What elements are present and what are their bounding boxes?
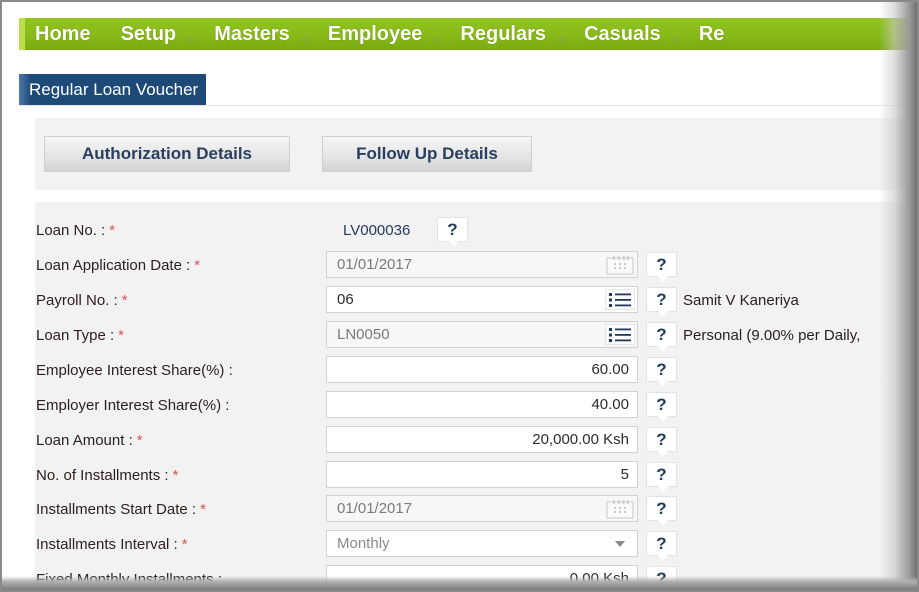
action-buttons-panel: Authorization Details Follow Up Details	[35, 118, 917, 190]
nav-masters-label: Masters	[214, 22, 290, 45]
installments-interval-select[interactable]: Monthly	[326, 530, 638, 557]
payroll-no-input[interactable]: 06	[326, 286, 638, 313]
required-marker: *	[194, 257, 201, 274]
nav-setup[interactable]: Setup ⌄	[121, 23, 197, 46]
employer-interest-share-input[interactable]: 40.00	[326, 391, 638, 418]
help-button[interactable]: ?	[646, 252, 677, 282]
row-employer-interest-share: Employer Interest Share(%) : 40.00 ?	[35, 391, 917, 422]
installments-start-date-value: 01/01/2017	[337, 500, 413, 517]
help-button[interactable]: ?	[646, 357, 677, 387]
app-window: Home Setup ⌄ Masters ⌄ Employee ⌄ Regula…	[0, 0, 919, 592]
row-application-date: Loan Application Date : * 01/01/2017 ?	[35, 251, 917, 282]
authorization-details-button[interactable]: Authorization Details	[44, 136, 290, 172]
installments-count-label: No. of Installments : *	[36, 467, 179, 484]
main-nav: Home Setup ⌄ Masters ⌄ Employee ⌄ Regula…	[19, 18, 917, 50]
required-marker: *	[200, 501, 206, 518]
chevron-down-icon: ⌄	[670, 30, 681, 44]
nav-employee[interactable]: Employee ⌄	[328, 23, 443, 46]
row-installments-interval: Installments Interval : * Monthly ?	[35, 530, 917, 561]
nav-reports-truncated[interactable]: Re	[699, 23, 725, 46]
required-marker: *	[118, 327, 124, 344]
employee-interest-share-label: Employee Interest Share(%) :	[36, 362, 233, 379]
row-payroll-no: Payroll No. : * 06 ? Samit V Kaneriya	[35, 286, 917, 317]
loan-no-value: LV000036	[343, 222, 411, 239]
loan-type-description: Personal (9.00% per Daily,	[683, 327, 861, 344]
application-date-value: 01/01/2017	[337, 256, 413, 273]
nav-regulars-label: Regulars	[460, 22, 547, 45]
row-installments-start-date: Installments Start Date : * 01/01/2017 ?	[35, 495, 917, 526]
installments-start-date-label: Installments Start Date : *	[36, 501, 206, 518]
nav-casuals[interactable]: Casuals ⌄	[584, 23, 681, 46]
fixed-monthly-installments-input[interactable]: 0.00 Ksh	[326, 565, 638, 590]
nav-setup-label: Setup	[120, 22, 177, 45]
row-fixed-monthly-installments: Fixed Monthly Installments : 0.00 Ksh ?	[35, 565, 917, 590]
installments-count-input[interactable]: 5	[326, 461, 638, 488]
nav-regulars[interactable]: Regulars ⌄	[460, 23, 566, 46]
chevron-down-icon: ⌄	[186, 30, 197, 44]
row-employee-interest-share: Employee Interest Share(%) : 60.00 ?	[35, 356, 917, 387]
nav-employee-label: Employee	[327, 22, 423, 45]
required-marker: *	[136, 432, 143, 449]
nav-casuals-label: Casuals	[584, 22, 661, 45]
required-marker: *	[172, 467, 179, 484]
help-button[interactable]: ?	[646, 496, 677, 526]
row-loan-amount: Loan Amount : * 20,000.00 Ksh ?	[35, 426, 917, 457]
required-marker: *	[109, 222, 116, 239]
list-lookup-icon[interactable]	[605, 289, 635, 310]
employee-interest-share-input[interactable]: 60.00	[326, 356, 638, 383]
calendar-icon[interactable]	[605, 498, 635, 519]
help-button[interactable]: ?	[646, 287, 677, 317]
payroll-no-value: 06	[337, 291, 354, 308]
help-button[interactable]: ?	[646, 392, 677, 422]
help-button[interactable]: ?	[646, 566, 677, 590]
page-title: Regular Loan Voucher	[19, 74, 207, 106]
title-divider	[19, 105, 917, 106]
dropdown-caret-icon[interactable]	[605, 533, 635, 554]
loan-type-field[interactable]: LN0050	[326, 321, 638, 348]
employee-name: Samit V Kaneriya	[683, 292, 799, 309]
follow-up-details-button[interactable]: Follow Up Details	[322, 136, 532, 172]
help-button[interactable]: ?	[646, 322, 677, 352]
nav-reports-label: Re	[698, 22, 725, 45]
row-loan-type: Loan Type : * LN0050 ? Personal (9.00% pe…	[35, 321, 917, 352]
installments-interval-value: Monthly	[337, 535, 390, 552]
payroll-no-label: Payroll No. : *	[36, 292, 128, 309]
row-loan-no: Loan No. : * LV000036 ?	[35, 216, 917, 247]
chevron-down-icon: ⌄	[432, 30, 443, 44]
required-marker: *	[181, 536, 188, 553]
loan-voucher-form: Loan No. : * LV000036 ? Loan Application …	[35, 202, 917, 590]
nav-home[interactable]: Home	[35, 23, 91, 46]
calendar-icon[interactable]	[605, 254, 635, 275]
loan-type-value: LN0050	[337, 326, 390, 343]
nav-masters[interactable]: Masters ⌄	[214, 23, 310, 46]
required-marker: *	[121, 292, 128, 309]
help-button[interactable]: ?	[646, 462, 677, 492]
loan-no-label: Loan No. : *	[36, 222, 116, 239]
installments-interval-label: Installments Interval : *	[36, 536, 188, 553]
help-button[interactable]: ?	[646, 427, 677, 457]
nav-home-label: Home	[35, 22, 91, 45]
loan-amount-input[interactable]: 20,000.00 Ksh	[326, 426, 638, 453]
application-date-label: Loan Application Date : *	[36, 257, 201, 274]
fixed-monthly-installments-label: Fixed Monthly Installments :	[36, 571, 222, 588]
list-lookup-icon[interactable]	[605, 324, 635, 345]
chevron-down-icon: ⌄	[299, 30, 310, 44]
application-date-field[interactable]: 01/01/2017	[326, 251, 638, 278]
installments-start-date-field[interactable]: 01/01/2017	[326, 495, 638, 522]
loan-type-label: Loan Type : *	[36, 327, 124, 344]
help-button[interactable]: ?	[437, 217, 468, 247]
row-installments-count: No. of Installments : * 5 ?	[35, 461, 917, 492]
loan-amount-label: Loan Amount : *	[36, 432, 143, 449]
help-button[interactable]: ?	[646, 531, 677, 561]
employer-interest-share-label: Employer Interest Share(%) :	[36, 397, 230, 414]
chevron-down-icon: ⌄	[556, 30, 567, 44]
